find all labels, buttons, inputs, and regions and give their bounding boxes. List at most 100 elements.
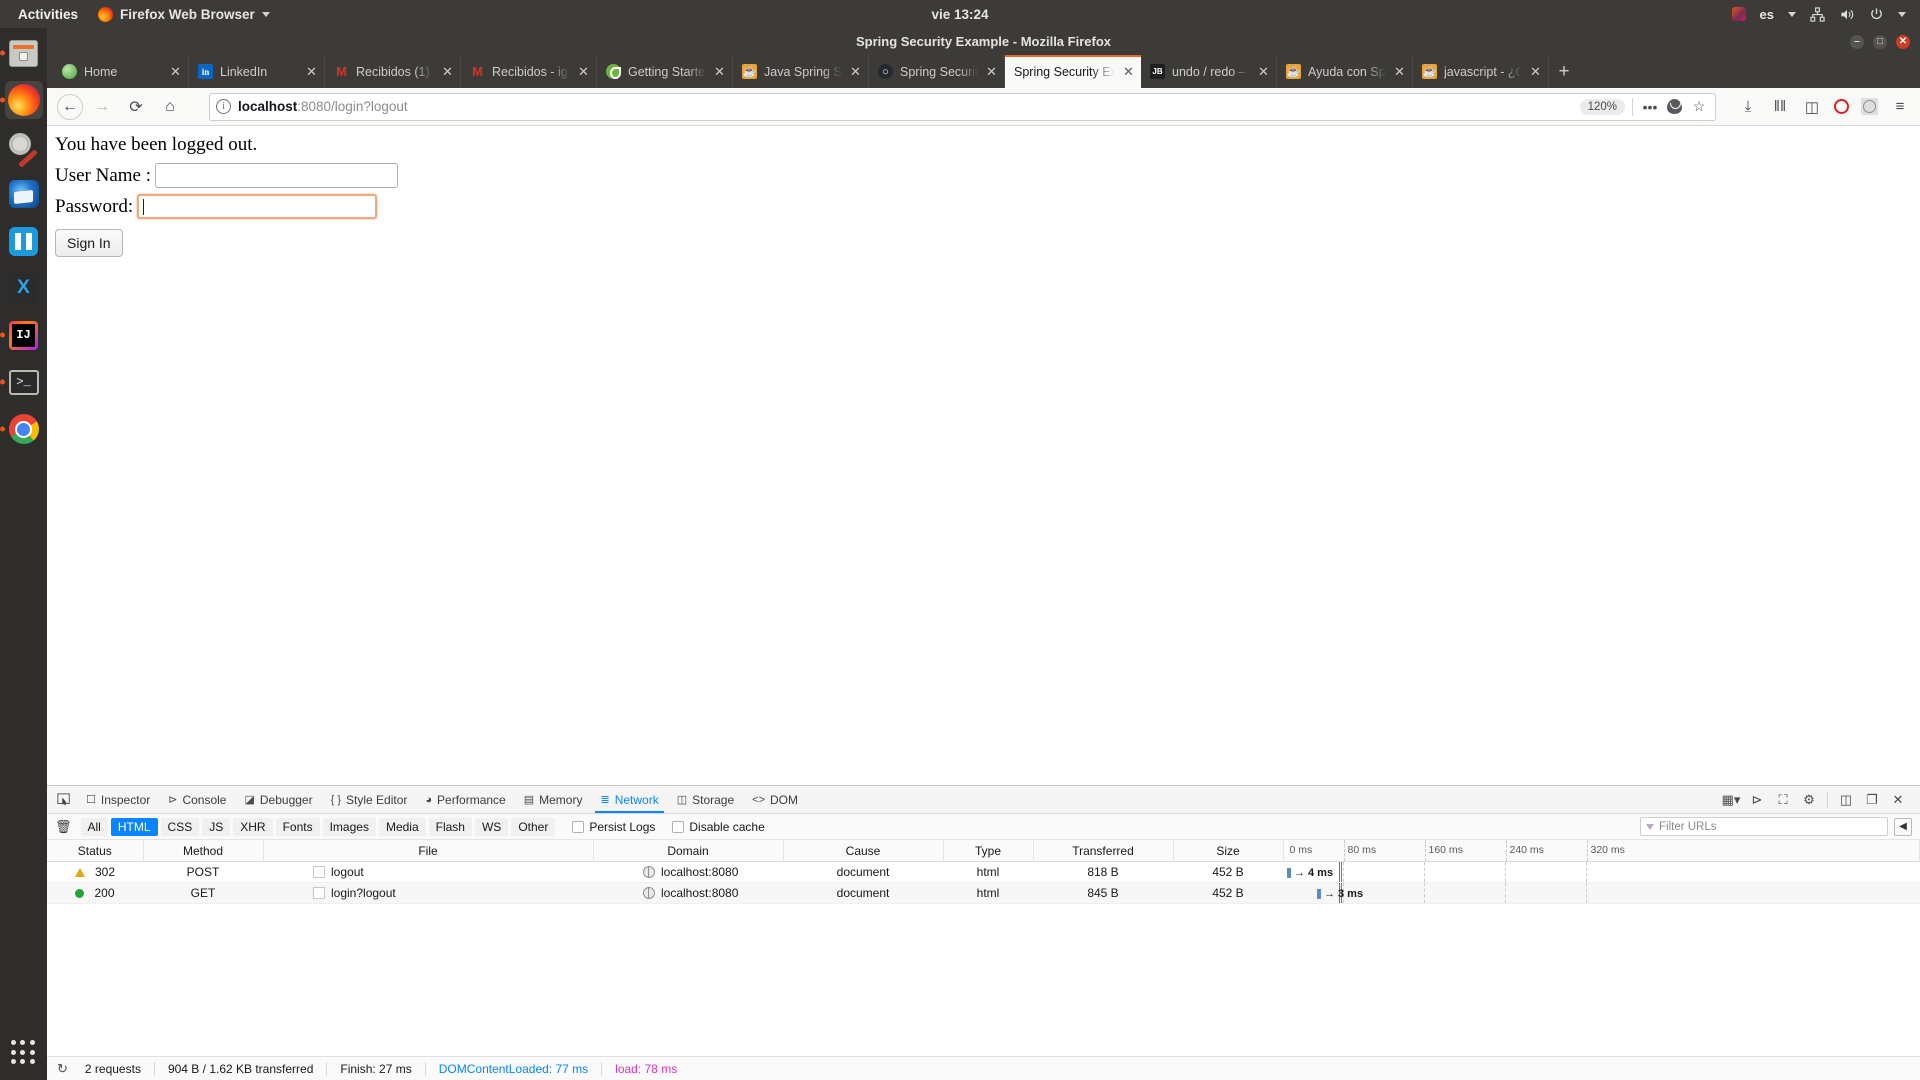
- filter-chip-xhr[interactable]: XHR: [233, 817, 273, 836]
- close-icon[interactable]: ✕: [849, 64, 862, 80]
- maximize-button[interactable]: □: [1873, 34, 1887, 49]
- username-input[interactable]: [155, 163, 399, 188]
- sign-in-button[interactable]: Sign In: [55, 229, 123, 257]
- column-header-type[interactable]: Type: [943, 840, 1034, 862]
- column-header-method[interactable]: Method: [143, 840, 264, 862]
- downloads-icon[interactable]: ⤓: [1738, 98, 1758, 115]
- show-applications-icon[interactable]: [10, 1040, 37, 1066]
- tab-spring-security-github[interactable]: ○ Spring Security w ✕: [869, 55, 1005, 88]
- disable-cache-checkbox[interactable]: Disable cache: [672, 820, 765, 834]
- dock-item-settings-tools[interactable]: [5, 128, 43, 168]
- tab-undo-redo-ide[interactable]: JB undo / redo – IDE ✕: [1141, 55, 1277, 88]
- menu-icon[interactable]: ≡: [1890, 98, 1910, 115]
- library-icon[interactable]: ‖‖: [1770, 98, 1790, 115]
- close-icon[interactable]: ✕: [1122, 64, 1135, 80]
- devtools-tab-style-editor[interactable]: { } Style Editor: [322, 786, 417, 813]
- reload-icon[interactable]: ↻: [57, 1061, 72, 1077]
- close-icon[interactable]: ✕: [985, 64, 998, 80]
- ubuntu-software-icon[interactable]: [1731, 7, 1746, 21]
- column-header-size[interactable]: Size: [1173, 840, 1284, 862]
- devtools-tab-performance[interactable]: ◕ Performance: [416, 786, 514, 813]
- devtools-tab-debugger[interactable]: ◪ Debugger: [235, 786, 321, 813]
- dock-item-files[interactable]: [0, 34, 43, 72]
- close-icon[interactable]: ✕: [169, 64, 182, 80]
- close-icon[interactable]: ✕: [441, 64, 454, 80]
- table-row[interactable]: 200 GET login?logout localhost:8080 docu…: [47, 882, 1920, 904]
- close-icon[interactable]: ✕: [577, 64, 590, 80]
- page-actions-icon[interactable]: •••: [1640, 99, 1660, 115]
- new-tab-button[interactable]: +: [1549, 55, 1579, 88]
- app-menu-button[interactable]: Firefox Web Browser: [98, 6, 270, 22]
- close-button[interactable]: ✕: [1896, 34, 1910, 49]
- filter-chip-fonts[interactable]: Fonts: [275, 817, 320, 836]
- react-devtools-icon[interactable]: [1861, 98, 1878, 115]
- close-icon[interactable]: ✕: [1257, 64, 1270, 80]
- table-row[interactable]: 302 POST logout localhost:8080 document …: [47, 861, 1920, 883]
- trash-icon[interactable]: 🗑: [55, 819, 72, 835]
- clock[interactable]: vie 13:24: [0, 7, 1920, 22]
- persist-logs-checkbox[interactable]: Persist Logs: [572, 820, 655, 834]
- responsive-design-icon[interactable]: ▦▾: [1719, 789, 1743, 811]
- filter-chip-flash[interactable]: Flash: [428, 817, 472, 836]
- settings-gear-icon[interactable]: ⚙: [1797, 789, 1821, 811]
- column-header-status[interactable]: Status: [47, 840, 144, 862]
- column-header-file[interactable]: File: [263, 840, 594, 862]
- tab-java-spring-security[interactable]: ☕ Java Spring Secu ✕: [733, 55, 869, 88]
- devtools-tab-memory[interactable]: ▤ Memory: [515, 786, 592, 813]
- dock-window-icon[interactable]: ❐: [1860, 789, 1884, 811]
- element-picker-icon[interactable]: [51, 789, 77, 811]
- password-input[interactable]: [137, 194, 378, 219]
- dock-item-chrome[interactable]: [0, 410, 43, 448]
- filter-chip-all[interactable]: All: [80, 817, 108, 836]
- opera-extension-icon[interactable]: [1834, 99, 1849, 114]
- filter-chip-images[interactable]: Images: [322, 817, 376, 836]
- zoom-level-indicator[interactable]: 120%: [1579, 98, 1625, 115]
- page-info-icon[interactable]: i: [216, 99, 231, 114]
- dock-item-intellij-idea[interactable]: IJ: [0, 316, 43, 354]
- tab-linkedin[interactable]: in LinkedIn ✕: [189, 55, 325, 88]
- devtools-tab-storage[interactable]: ◫ Storage: [668, 786, 743, 813]
- minimize-button[interactable]: –: [1850, 34, 1864, 49]
- filter-chip-html[interactable]: HTML: [110, 817, 158, 836]
- devtools-tab-console[interactable]: ⊳ Console: [159, 786, 235, 813]
- dock-side-icon[interactable]: ◫: [1834, 789, 1858, 811]
- tab-gmail-1[interactable]: M Recibidos (1) - ign ✕: [325, 55, 461, 88]
- dock-item-blue-app[interactable]: [5, 222, 43, 260]
- column-header-domain[interactable]: Domain: [593, 840, 784, 862]
- sidebar-icon[interactable]: ◫: [1802, 98, 1822, 116]
- url-bar[interactable]: i localhost:8080/login?logout 120% ••• ☆: [209, 92, 1716, 121]
- language-indicator[interactable]: es: [1760, 7, 1774, 22]
- dock-item-terminal[interactable]: >_: [0, 363, 43, 401]
- devtools-tab-dom[interactable]: <> DOM: [743, 786, 807, 813]
- column-header-cause[interactable]: Cause: [783, 840, 944, 862]
- tab-spring-security-example[interactable]: Spring Security Exa ✕: [1005, 55, 1141, 88]
- filter-chip-css[interactable]: CSS: [160, 817, 200, 836]
- activities-button[interactable]: Activities: [0, 7, 90, 22]
- network-icon[interactable]: [1810, 6, 1825, 22]
- tab-gmail-2[interactable]: M Recibidos - ignac ✕: [461, 55, 597, 88]
- tab-getting-started[interactable]: Getting Started ✕: [597, 55, 733, 88]
- pocket-icon[interactable]: [1667, 99, 1682, 114]
- tab-ayuda-con-spring[interactable]: ☕ Ayuda con Sprin ✕: [1277, 55, 1413, 88]
- screenshot-icon[interactable]: ⛶: [1771, 789, 1795, 811]
- tab-javascript-como[interactable]: ☕ javascript - ¿Cóm ✕: [1413, 55, 1549, 88]
- forward-button[interactable]: →: [87, 92, 117, 122]
- close-icon[interactable]: ✕: [713, 64, 726, 80]
- split-console-icon[interactable]: ⊳: [1745, 789, 1769, 811]
- volume-icon[interactable]: [1839, 7, 1855, 22]
- chevron-down-icon[interactable]: [1898, 11, 1906, 17]
- close-icon[interactable]: ✕: [305, 64, 318, 80]
- filter-chip-other[interactable]: Other: [511, 817, 556, 836]
- home-button[interactable]: ⌂: [155, 92, 185, 122]
- dock-item-firefox[interactable]: [0, 81, 43, 119]
- filter-chip-ws[interactable]: WS: [474, 817, 509, 836]
- power-icon[interactable]: [1869, 7, 1884, 22]
- devtools-tab-inspector[interactable]: ☐ Inspector: [77, 786, 159, 813]
- dock-item-thunderbird[interactable]: [5, 175, 43, 213]
- dock-item-vscode[interactable]: X: [5, 269, 43, 307]
- column-header-transferred[interactable]: Transferred: [1033, 840, 1174, 862]
- bookmark-star-icon[interactable]: ☆: [1689, 98, 1709, 115]
- filter-chip-js[interactable]: JS: [202, 817, 231, 836]
- network-throttle-icon[interactable]: ◀: [1894, 817, 1912, 836]
- close-icon[interactable]: ✕: [1886, 789, 1910, 811]
